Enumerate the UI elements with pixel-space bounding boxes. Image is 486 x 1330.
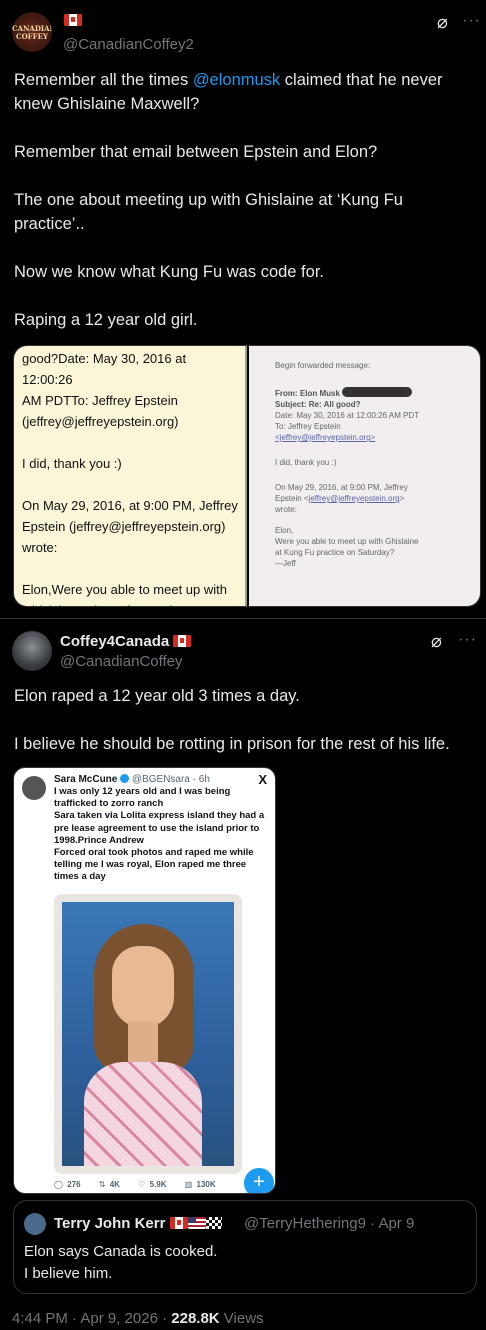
- mention-link[interactable]: @elonmusk: [193, 71, 280, 89]
- author-avatar[interactable]: CANADIAN COFFEY: [12, 12, 52, 52]
- post-meta: 4:44 PM · Apr 9, 2026 · 228.8K Views: [12, 1310, 264, 1327]
- email-to: To: Jeffrey Epstein: [275, 422, 341, 431]
- x-logo-icon: X: [258, 772, 267, 787]
- forwarded-header: Begin forwarded message:: [275, 361, 371, 370]
- views-count: 228.8K: [171, 1310, 220, 1327]
- author-avatar[interactable]: [12, 631, 52, 671]
- like-count: ♡ 5.9K: [138, 1180, 167, 1189]
- post-text: Elon raped a 12 year old 3 times a day. …: [14, 687, 450, 753]
- grok-icon[interactable]: ⌀: [431, 631, 442, 652]
- view-count: ▥ 130K: [184, 1180, 216, 1189]
- author-name[interactable]: Coffey4Canada: [60, 633, 192, 650]
- quote-text: Elon says Canada is cooked. I believe hi…: [24, 1243, 218, 1282]
- embed-header: Sara McCune @BGENsara · 6h: [54, 774, 210, 785]
- avatar-logo-text: CANADIAN COFFEY: [12, 24, 52, 41]
- avatar: [22, 776, 46, 800]
- email-from: From: Elon Musk: [275, 389, 340, 398]
- email-text-panel: good?Date: May 30, 2016 at 12:00:26 AM P…: [14, 346, 247, 606]
- quoted-tweet[interactable]: Terry John Kerr @TerryHethering9 · Apr 9…: [13, 1200, 477, 1294]
- email-subject: Subject: Re: All good?: [275, 400, 361, 409]
- email-quote-header: On May 29, 2016, at 9:00 PM, Jeffrey Eps…: [275, 483, 408, 514]
- quote-author-name: Terry John Kerr: [54, 1215, 222, 1232]
- ca-flag-icon: [169, 1217, 188, 1229]
- author-handle[interactable]: @CanadianCoffey2: [63, 36, 194, 53]
- quote-handle: @TerryHethering9 · Apr 9: [244, 1215, 415, 1232]
- reply-count: ◯ 276: [54, 1180, 81, 1189]
- embed-stats: ◯ 276 ⇅ 4K ♡ 5.9K ▥ 130K: [54, 1180, 230, 1189]
- embedded-tweet-screenshot[interactable]: Sara McCune @BGENsara · 6h X I was only …: [13, 767, 276, 1194]
- post-text: Remember all the times @elonmusk claimed…: [14, 71, 443, 329]
- ca-flag-icon: [173, 635, 192, 647]
- email-screenshot-media[interactable]: good?Date: May 30, 2016 at 12:00:26 AM P…: [13, 345, 481, 607]
- ca-flag-icon: [64, 14, 82, 26]
- email-reply: I did, thank you :): [275, 458, 337, 467]
- us-flag-icon: [187, 1217, 206, 1229]
- checkered-flag-icon: [205, 1217, 222, 1229]
- more-icon[interactable]: ···: [462, 12, 481, 30]
- post-divider: [0, 618, 486, 619]
- email-photo-panel: Begin forwarded message: From: Elon Musk…: [249, 346, 480, 606]
- grok-icon[interactable]: ⌀: [437, 12, 448, 33]
- portrait-photo: [54, 894, 242, 1174]
- more-icon[interactable]: ···: [458, 631, 477, 649]
- embed-text: I was only 12 years old and I was being …: [54, 786, 265, 883]
- redaction-bar: [342, 387, 413, 397]
- timestamp[interactable]: 4:44 PM · Apr 9, 2026 ·: [12, 1310, 171, 1327]
- verified-icon: [120, 774, 130, 783]
- email-date: Date: May 30, 2016 at 12:00:26 AM PDT: [275, 411, 420, 420]
- email-to-address: <jeffrey@jeffreyepstein.org>: [275, 433, 376, 442]
- avatar: [24, 1213, 46, 1235]
- repost-count: ⇅ 4K: [98, 1180, 120, 1189]
- email-quote-body: Elon, Were you able to meet up with Ghis…: [275, 526, 419, 568]
- author-handle[interactable]: @CanadianCoffey: [60, 653, 183, 670]
- compose-fab: +: [244, 1168, 274, 1193]
